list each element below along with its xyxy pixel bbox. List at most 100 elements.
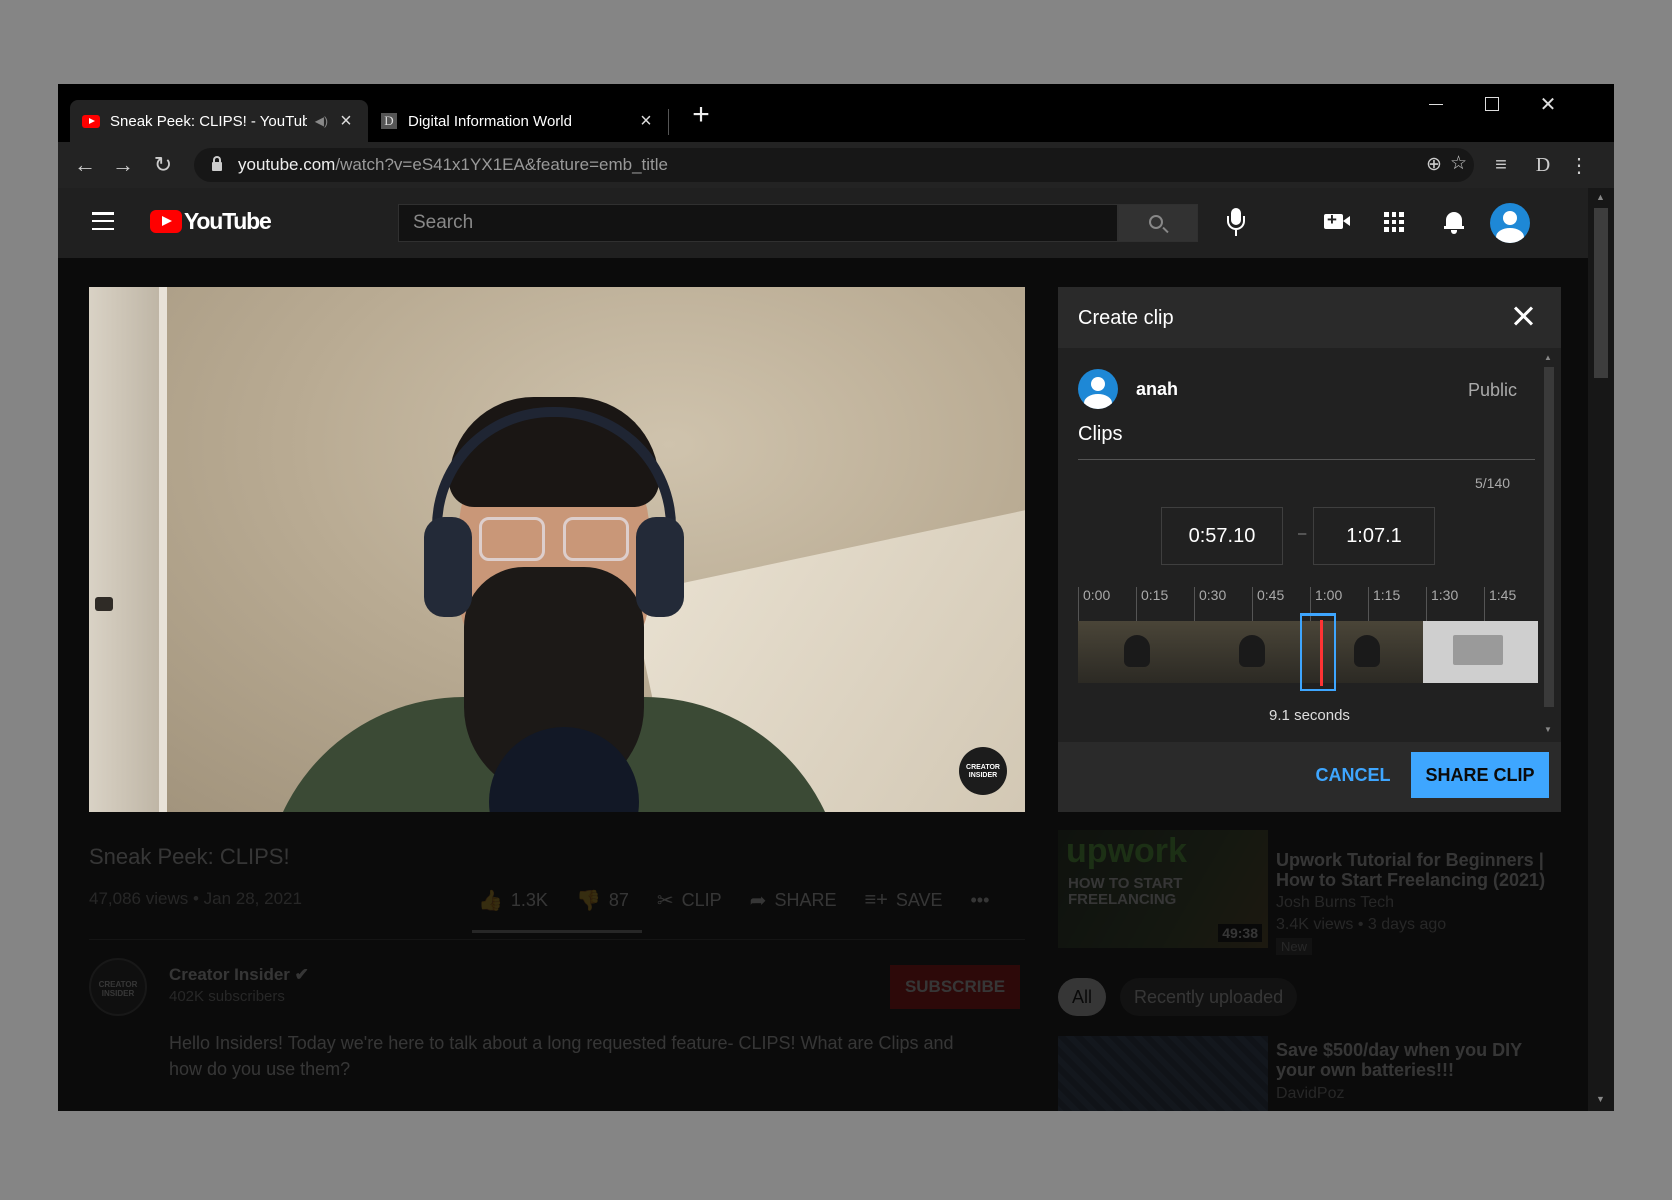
url-host: youtube.com	[238, 155, 336, 174]
share-clip-button[interactable]: SHARE CLIP	[1411, 752, 1549, 798]
close-window-icon[interactable]: ✕	[1520, 88, 1576, 120]
maximize-icon[interactable]	[1464, 88, 1520, 120]
dislike-button[interactable]: 👎 87	[576, 888, 629, 913]
save-button[interactable]: ≡+ SAVE	[864, 889, 942, 912]
video-actions: 👍 1.3K 👎 87 ✂ CLIP ➦ SHARE ≡+ SAVE •••	[478, 888, 1017, 913]
video-presenter	[264, 397, 844, 812]
forward-arrow-icon[interactable]: →	[108, 150, 138, 180]
clip-panel-title: Create clip	[1078, 307, 1174, 329]
clip-panel-footer: CANCEL SHARE CLIP	[1058, 742, 1561, 812]
speaker-icon[interactable]: ◀)	[315, 114, 328, 128]
recommendation-thumbnail[interactable]	[1058, 1036, 1268, 1111]
tab-digital-information-world[interactable]: D Digital Information World ×	[368, 100, 668, 142]
clip-title-input[interactable]: Clips	[1078, 423, 1122, 446]
thumbs-down-icon: 👎	[575, 890, 601, 912]
clip-panel-scrollbar[interactable]: ▲ ▼	[1540, 349, 1558, 742]
playlist-add-icon: ≡+	[864, 889, 888, 911]
create-video-icon[interactable]	[1324, 210, 1350, 230]
page-scrollbar[interactable]: ▲ ▼	[1588, 188, 1614, 1111]
scrollbar-thumb[interactable]	[1594, 208, 1608, 378]
video-meta: 47,086 views • Jan 28, 2021	[89, 889, 302, 908]
clip-selection-handle[interactable]	[1300, 613, 1336, 691]
tab-separator	[668, 109, 669, 135]
url-path: /watch?v=eS41x1YX1EA&feature=emb_title	[335, 155, 668, 174]
user-avatar	[1078, 369, 1118, 409]
tab-bar: Sneak Peek: CLIPS! - YouTube ◀) × D Digi…	[58, 84, 1614, 142]
tab-title: Sneak Peek: CLIPS! - YouTube	[110, 112, 307, 130]
playhead[interactable]	[1320, 620, 1323, 686]
channel-watermark[interactable]: CREATOR INSIDER	[959, 747, 1007, 795]
time-separator: –	[1298, 525, 1307, 542]
scissors-icon: ✂	[656, 890, 674, 912]
video-player[interactable]: CREATOR INSIDER	[89, 287, 1025, 812]
video-door	[89, 287, 167, 812]
recommendation-title[interactable]: Upwork Tutorial for Beginners | How to S…	[1276, 850, 1556, 890]
end-time-input[interactable]: 1:07.1	[1313, 507, 1435, 565]
masthead: YouTube Search	[58, 188, 1588, 258]
user-name: anah	[1136, 379, 1179, 399]
share-button[interactable]: ➦ SHARE	[750, 888, 837, 913]
new-badge: New	[1276, 938, 1313, 955]
clip-button[interactable]: ✂ CLIP	[657, 888, 722, 913]
thumbs-up-icon: 👍	[478, 890, 503, 912]
cancel-button[interactable]: CANCEL	[1298, 752, 1408, 798]
clip-panel-header: Create clip	[1058, 287, 1561, 348]
bookmark-star-icon[interactable]: ☆	[1450, 152, 1467, 175]
search-icon	[1149, 215, 1163, 229]
input-underline	[1078, 459, 1535, 460]
verified-icon: ✔	[294, 965, 309, 984]
close-tab-icon[interactable]: ×	[336, 110, 356, 133]
search-button[interactable]	[1118, 204, 1198, 242]
youtube-logo[interactable]: YouTube	[150, 208, 272, 235]
account-avatar[interactable]	[1490, 203, 1530, 243]
recommendation-channel[interactable]: Josh Burns Tech	[1276, 894, 1394, 912]
youtube-favicon-icon	[82, 112, 100, 130]
more-actions-icon[interactable]: •••	[971, 890, 990, 911]
start-time-input[interactable]: 0:57.10	[1161, 507, 1283, 565]
profile-icon[interactable]: D	[1528, 150, 1558, 180]
recommendation-channel[interactable]: DavidPoz	[1276, 1085, 1344, 1103]
hamburger-menu-icon[interactable]	[92, 212, 114, 230]
clip-duration: 9.1 seconds	[1269, 707, 1350, 724]
youtube-page: YouTube Search + CREATOR INSIDER Sneak P…	[58, 188, 1588, 1111]
recommendation-thumbnail[interactable]: upwork HOW TO START FREELANCING 49:38	[1058, 830, 1268, 948]
video-title: Sneak Peek: CLIPS!	[89, 844, 290, 869]
video-description: Hello Insiders! Today we're here to talk…	[169, 1033, 954, 1079]
channel-name[interactable]: Creator Insider ✔	[169, 965, 309, 985]
recommendation-meta: 3.4K views • 3 days ago	[1276, 916, 1447, 933]
new-tab-button[interactable]: +	[683, 98, 719, 132]
lock-icon	[212, 156, 222, 171]
sentiment-bar	[472, 930, 642, 933]
thumbnail-text: HOW TO START FREELANCING	[1068, 875, 1183, 908]
tab-title: Digital Information World	[408, 112, 572, 130]
tab-youtube[interactable]: Sneak Peek: CLIPS! - YouTube ◀) ×	[70, 100, 368, 142]
channel-avatar[interactable]: CREATOR INSIDER	[89, 958, 147, 1016]
thumbnail-brand: upwork	[1066, 832, 1187, 870]
close-tab-icon[interactable]: ×	[636, 110, 656, 133]
chip-all[interactable]: All	[1058, 978, 1107, 1016]
apps-grid-icon[interactable]	[1384, 212, 1404, 232]
close-icon[interactable]	[1510, 303, 1538, 331]
filmstrip-frame	[1193, 621, 1308, 683]
recommendation-title[interactable]: Save $500/day when you DIY your own batt…	[1276, 1040, 1556, 1080]
notifications-bell-icon[interactable]	[1444, 210, 1464, 234]
filmstrip-frame	[1078, 621, 1193, 683]
divider	[89, 939, 1025, 940]
logo-text: YouTube	[184, 208, 272, 234]
youtube-play-icon	[150, 210, 182, 233]
back-arrow-icon[interactable]: ←	[70, 150, 100, 180]
search-input[interactable]: Search	[398, 204, 1118, 242]
subscribe-button[interactable]: SUBSCRIBE	[890, 965, 1020, 1009]
visibility-label: Public	[1468, 380, 1518, 400]
browser-menu-icon[interactable]: ⋮	[1564, 150, 1594, 180]
media-control-icon[interactable]: ≡	[1486, 150, 1516, 180]
chip-recently-uploaded[interactable]: Recently uploaded	[1120, 978, 1298, 1016]
install-app-icon[interactable]: ⊕	[1426, 153, 1442, 176]
minimize-icon[interactable]	[1408, 88, 1464, 120]
subscriber-count: 402K subscribers	[169, 988, 285, 1005]
microphone-icon[interactable]	[1222, 206, 1250, 238]
reload-icon[interactable]: ↻	[148, 150, 178, 180]
address-bar[interactable]: youtube.com/watch?v=eS41x1YX1EA&feature=…	[194, 148, 1474, 182]
browser-window: Sneak Peek: CLIPS! - YouTube ◀) × D Digi…	[58, 84, 1614, 1111]
like-button[interactable]: 👍 1.3K	[478, 888, 548, 913]
